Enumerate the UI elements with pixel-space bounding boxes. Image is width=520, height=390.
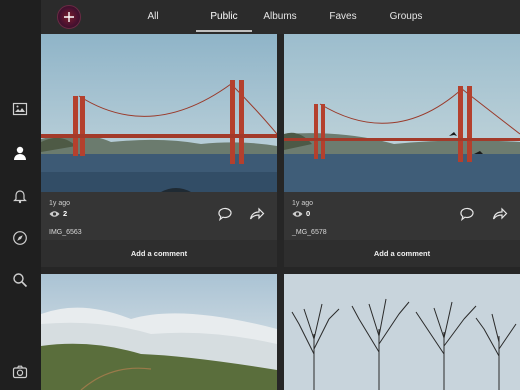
user-icon[interactable] xyxy=(8,141,32,165)
photo-golden-gate-1[interactable] xyxy=(41,34,277,192)
comment-icon[interactable] xyxy=(458,206,476,222)
comment-icon[interactable] xyxy=(216,206,234,222)
view-count: 2 xyxy=(49,209,67,218)
active-tab-indicator xyxy=(196,30,252,32)
photo-foggy-hillside[interactable] xyxy=(41,274,277,390)
sidebar xyxy=(0,0,41,390)
photo-title: _MG_6578 xyxy=(292,229,327,236)
tab-groups[interactable]: Groups xyxy=(387,0,425,34)
eye-icon xyxy=(49,210,60,217)
photo-timestamp: 1y ago xyxy=(49,200,71,207)
tab-albums[interactable]: Albums xyxy=(261,0,299,34)
photo-card xyxy=(41,274,277,390)
compass-icon[interactable] xyxy=(8,226,32,250)
add-comment-button[interactable]: Add a comment xyxy=(284,240,520,267)
bell-icon[interactable] xyxy=(8,184,32,208)
add-comment-button[interactable]: Add a comment xyxy=(41,240,277,267)
photo-card: 1y ago 0 _MG_6578 Add a comment xyxy=(284,34,520,267)
tab-faves[interactable]: Faves xyxy=(327,0,359,34)
photo-golden-gate-2[interactable] xyxy=(284,34,520,192)
view-count-value: 0 xyxy=(306,209,311,218)
image-icon[interactable] xyxy=(8,97,32,121)
view-count-value: 2 xyxy=(63,209,68,218)
photo-timestamp: 1y ago xyxy=(292,200,314,207)
photo-title: IMG_6563 xyxy=(49,229,82,236)
photo-meta: 1y ago 2 IMG_6563 xyxy=(41,192,277,240)
top-nav-bar: All Public Albums Faves Groups xyxy=(41,0,520,34)
search-icon[interactable] xyxy=(8,268,32,292)
photo-card: 1y ago 2 IMG_6563 Add a comment xyxy=(41,34,277,267)
photo-card xyxy=(284,274,520,390)
add-photo-avatar-button[interactable] xyxy=(57,5,81,29)
camera-icon[interactable] xyxy=(8,360,32,384)
share-icon[interactable] xyxy=(248,206,266,222)
view-count: 0 xyxy=(292,209,310,218)
tab-public[interactable]: Public xyxy=(196,0,252,34)
photo-meta: 1y ago 0 _MG_6578 xyxy=(284,192,520,240)
eye-icon xyxy=(292,210,303,217)
tab-all[interactable]: All xyxy=(143,0,163,34)
plus-icon xyxy=(64,12,74,22)
photo-bare-trees[interactable] xyxy=(284,274,520,390)
share-icon[interactable] xyxy=(491,206,509,222)
